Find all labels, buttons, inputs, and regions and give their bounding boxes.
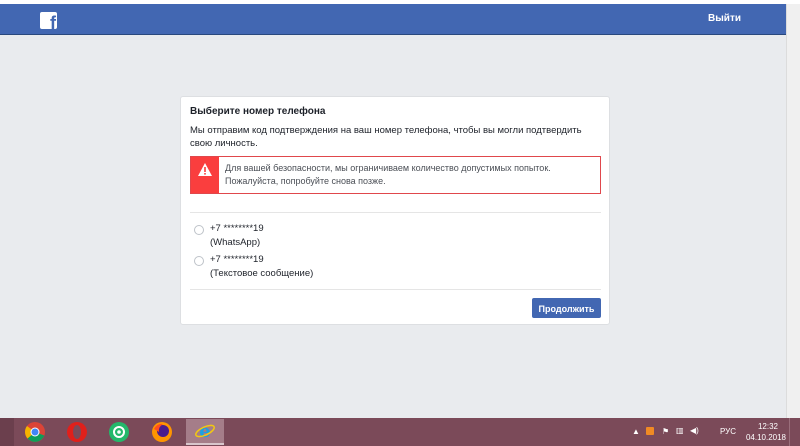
phone-selection-card: Выберите номер телефона Мы отправим код … — [180, 96, 610, 325]
volume-icon[interactable]: ◀) — [690, 426, 699, 435]
system-tray: ▲ ⚑ ▥ ◀) РУС 12:32 04.10.2018 — [620, 418, 800, 446]
delivery-method: (WhatsApp) — [210, 237, 261, 248]
flag-icon[interactable]: ⚑ — [662, 427, 669, 436]
facebook-logo-letter: f — [50, 13, 56, 29]
radio-button[interactable] — [194, 225, 204, 235]
facebook-header: f Выйти — [0, 4, 786, 35]
show-hidden-icons-icon[interactable]: ▲ — [632, 427, 640, 436]
card-title: Выберите номер телефона — [190, 106, 326, 117]
firefox-icon[interactable] — [143, 419, 181, 445]
show-desktop-button[interactable] — [789, 418, 800, 446]
logout-link[interactable]: Выйти — [708, 13, 741, 24]
app-tray-icon[interactable] — [646, 427, 654, 435]
internet-explorer-icon[interactable]: e — [186, 419, 224, 445]
continue-button[interactable]: Продолжить — [532, 298, 601, 318]
opera-icon[interactable] — [58, 419, 96, 445]
divider-top — [190, 212, 601, 213]
alert-message: Для вашей безопасности, мы ограничиваем … — [225, 163, 551, 186]
language-indicator[interactable]: РУС — [720, 427, 736, 436]
start-button[interactable] — [0, 418, 14, 446]
clock-date[interactable]: 04.10.2018 — [746, 433, 786, 442]
clock-time[interactable]: 12:32 — [758, 422, 778, 431]
phone-number: +7 ********19 — [210, 254, 264, 265]
svg-text:e: e — [199, 421, 210, 442]
vertical-scrollbar[interactable] — [786, 4, 800, 418]
warning-icon — [198, 163, 212, 176]
alert-icon-box — [191, 157, 219, 193]
icq-icon[interactable] — [100, 419, 138, 445]
windows-taskbar: e ▲ ⚑ ▥ ◀) РУС 12:32 04.10.2018 — [0, 418, 800, 446]
phone-number: +7 ********19 — [210, 223, 264, 234]
phone-option-sms[interactable]: +7 ********19 (Текстовое сообщение) — [194, 254, 494, 282]
chrome-icon[interactable] — [16, 419, 54, 445]
delivery-method: (Текстовое сообщение) — [210, 268, 314, 279]
facebook-logo-icon[interactable]: f — [40, 12, 57, 29]
card-description: Мы отправим код подтверждения на ваш ном… — [190, 125, 582, 149]
security-alert: Для вашей безопасности, мы ограничиваем … — [190, 156, 601, 194]
radio-button[interactable] — [194, 256, 204, 266]
phone-option-whatsapp[interactable]: +7 ********19 (WhatsApp) — [194, 223, 494, 251]
network-icon[interactable]: ▥ — [676, 426, 684, 435]
divider-bottom — [190, 289, 601, 290]
